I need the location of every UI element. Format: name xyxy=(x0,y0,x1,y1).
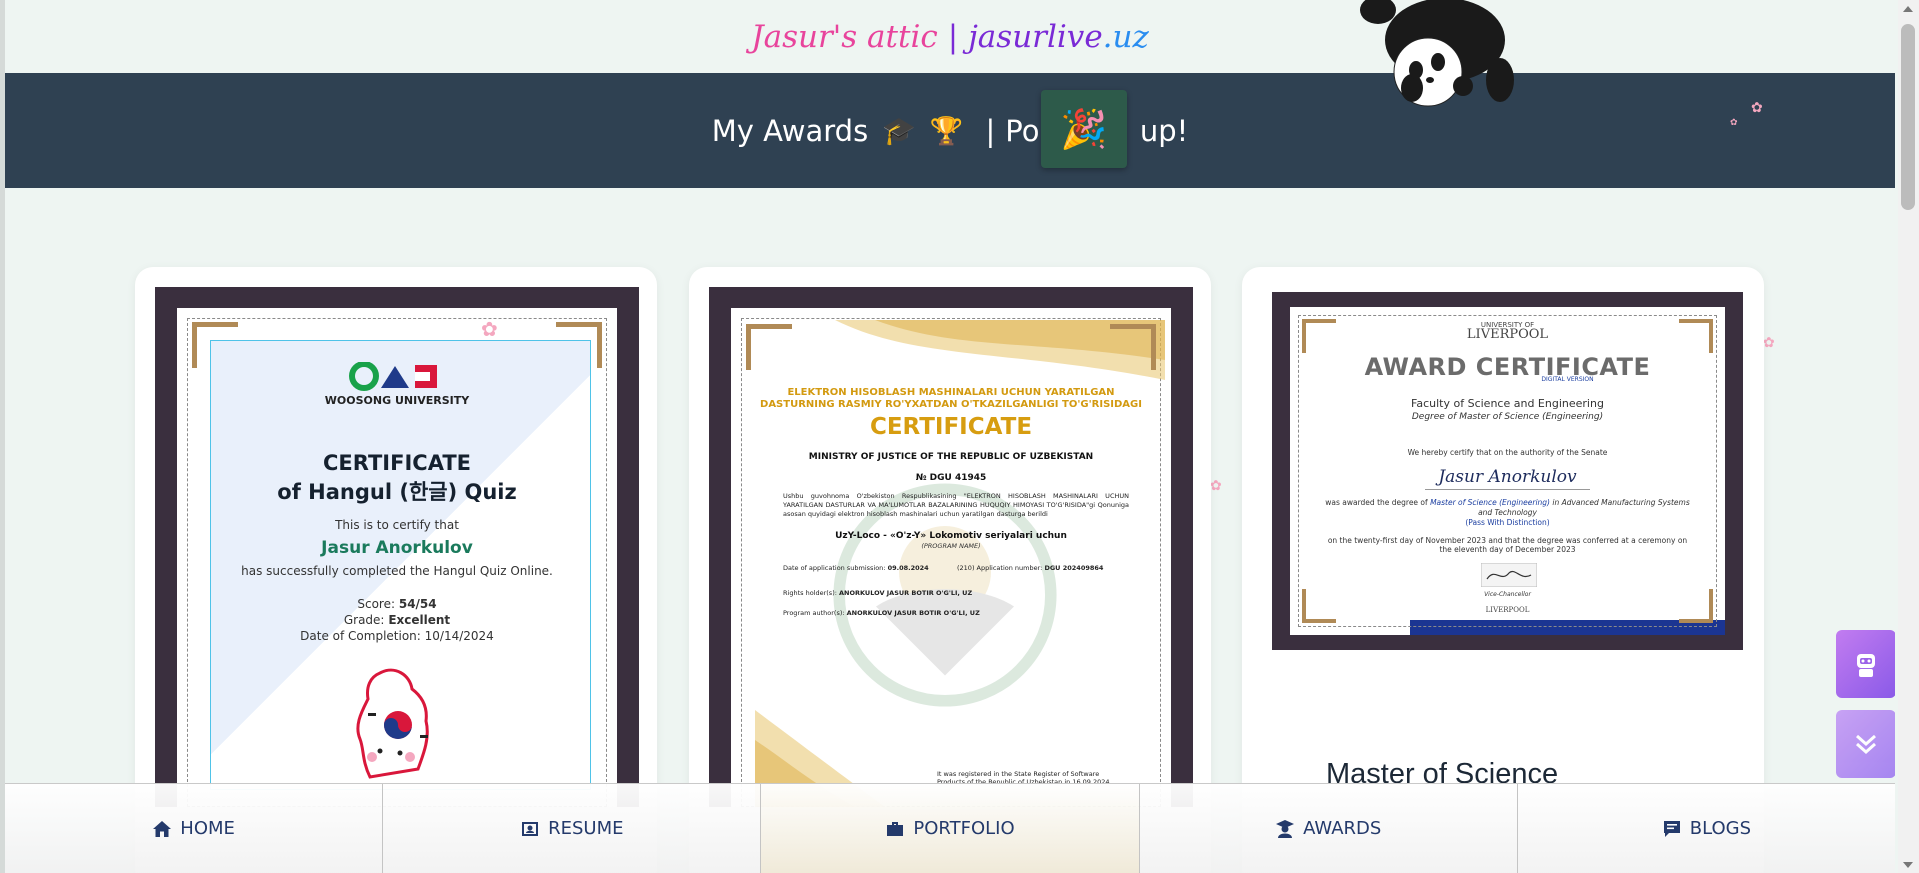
site-title-separator: | xyxy=(947,18,959,55)
cert2-appnum: (210) Application number: DGU 202409864 xyxy=(957,564,1103,572)
cert1-date-label: Date of Completion: xyxy=(300,629,421,643)
cert2-holder-value: ANORKULOV JASUR BOTIR O'G'LI, UZ xyxy=(839,589,973,597)
corner-ornament xyxy=(556,322,602,368)
cert3-distinction: (Pass With Distinction) xyxy=(1465,518,1550,527)
nav-awards-label: AWARDS xyxy=(1303,818,1382,839)
liverpool-logo: LIVERPOOL xyxy=(1466,327,1549,342)
site-title-tld: .uz xyxy=(1102,18,1149,55)
petal-decoration: ✿ xyxy=(1751,100,1763,116)
nav-blogs-label: BLOGS xyxy=(1689,818,1752,839)
popup-confetti-button[interactable]: 🎉 xyxy=(1041,90,1127,168)
scroll-up-arrow-icon[interactable] xyxy=(1902,4,1914,14)
petal-decoration: ✿ xyxy=(1763,335,1775,351)
cert2-author: Program author(s): ANORKULOV JASUR BOTIR… xyxy=(783,609,980,617)
petal-decoration: ✿ xyxy=(481,317,498,341)
cert1-date: Date of Completion: 10/14/2024 xyxy=(177,629,617,643)
bottom-navigation: HOME RESUME PORTFOLIO AWARDS BLOGS xyxy=(5,783,1896,873)
cert1-title-line1: CERTIFICATE xyxy=(323,451,471,475)
woosong-logo-icon xyxy=(349,362,437,391)
site-title-name: Jasur's attic xyxy=(751,18,938,55)
cert3-faculty: Faculty of Science and Engineering xyxy=(1411,397,1604,410)
cert2-appnum-label: (210) Application number: xyxy=(957,564,1043,572)
cert1-grade-value: Excellent xyxy=(388,613,451,627)
corner-ornament xyxy=(1110,324,1156,370)
cert1-completed: has successfully completed the Hangul Qu… xyxy=(241,564,553,578)
nav-resume[interactable]: RESUME xyxy=(383,784,762,873)
cert3-awarded: was awarded the degree of Master of Scie… xyxy=(1320,498,1695,518)
cert1-score: Score: 54/54 xyxy=(177,597,617,611)
site-title[interactable]: Jasur's attic | jasurlive .uz xyxy=(5,0,1895,73)
cert2-holder: Rights holder(s): ANORKULOV JASUR BOTIR … xyxy=(783,589,972,597)
cert2-date-label: Date of application submission: xyxy=(783,564,886,572)
cert2-ministry: MINISTRY OF JUSTICE OF THE REPUBLIC OF U… xyxy=(808,452,1094,462)
cert3-degree: Degree of Master of Science (Engineering… xyxy=(1411,412,1604,422)
awards-banner: My Awards 🎓 🏆 | Pop up! xyxy=(5,73,1895,188)
cert3-awarded-degree: Master of Science (Engineering) xyxy=(1430,498,1550,507)
cert3-certify: We hereby certify that on the authority … xyxy=(1407,448,1608,457)
cert3-name: Jasur Anorkulov xyxy=(1438,467,1577,487)
corner-ornament xyxy=(192,322,238,368)
liverpool-footer-logo: LIVERPOOL xyxy=(1485,606,1530,614)
graduation-cap-icon: 🎓 xyxy=(882,115,916,147)
korea-map-mascot-icon xyxy=(356,668,429,779)
banner-separator: | xyxy=(985,113,996,148)
cert2-body: Ushbu guvohnoma O'zbekiston Respublikasi… xyxy=(783,492,1129,518)
robot-icon xyxy=(1857,654,1875,677)
banner-title: My Awards xyxy=(711,113,869,148)
cert2-holder-label: Rights holder(s): xyxy=(783,589,837,597)
cert2-author-label: Program author(s): xyxy=(783,609,845,617)
cert2-author-value: ANORKULOV JASUR BOTIR O'G'LI, UZ xyxy=(846,609,980,617)
scroll-down-arrow-icon[interactable] xyxy=(1902,860,1914,870)
signature-line xyxy=(1425,489,1590,490)
panda-mascot-icon xyxy=(1360,0,1514,107)
cert2-date-value: 09.08.2024 xyxy=(887,564,929,572)
cert3-awarded-prefix: was awarded the degree of xyxy=(1325,498,1428,507)
site-title-domain: jasurlive xyxy=(968,18,1103,55)
nav-awards[interactable]: AWARDS xyxy=(1139,784,1518,873)
nav-home[interactable]: HOME xyxy=(5,784,384,873)
home-icon xyxy=(152,819,172,839)
graduate-icon xyxy=(1275,819,1295,839)
cert2-program-label: (PROGRAM NAME) xyxy=(921,542,981,550)
cert2-appnum-value: DGU 202409864 xyxy=(1044,564,1104,572)
signature-icon xyxy=(1481,563,1537,587)
double-chevron-down-icon xyxy=(1856,734,1876,755)
cert1-date-value: 10/14/2024 xyxy=(424,629,494,643)
cert2-date: Date of application submission: 09.08.20… xyxy=(783,564,929,572)
cert2-number: № DGU 41945 xyxy=(915,473,987,483)
cert3-digital: DIGITAL VERSION xyxy=(1541,376,1594,383)
nav-blogs[interactable]: BLOGS xyxy=(1517,784,1896,873)
scrollbar-thumb[interactable] xyxy=(1901,24,1915,210)
cert1-grade-label: Grade: xyxy=(343,613,385,627)
chatbot-button[interactable] xyxy=(1836,630,1895,698)
cert1-title-line2: of Hangul (한글) Quiz xyxy=(277,480,517,504)
id-card-icon xyxy=(520,819,540,839)
cert1-org: WOOSONG UNIVERSITY xyxy=(324,394,470,407)
cert1-certify: This is to certify that xyxy=(335,518,459,532)
banner-up-text: up! xyxy=(1139,113,1189,148)
petal-decoration: ✿ xyxy=(1210,478,1222,494)
nav-home-label: HOME xyxy=(180,818,235,839)
cert3-date-line: on the twenty-first day of November 2023… xyxy=(1327,536,1688,554)
party-popper-icon: 🎉 xyxy=(1060,106,1108,151)
scroll-down-button[interactable] xyxy=(1836,710,1895,778)
cert1-name: Jasur Anorkulov xyxy=(321,538,473,558)
trophy-icon: 🏆 xyxy=(929,115,964,147)
cert2-title: CERTIFICATE xyxy=(869,414,1033,440)
cert3-signer: Vice-Chancellor xyxy=(1484,591,1531,598)
briefcase-icon xyxy=(885,819,905,839)
page: Jasur's attic | jasurlive .uz My Awards 🎓… xyxy=(5,0,1895,873)
comment-icon xyxy=(1662,819,1682,839)
nav-portfolio[interactable]: PORTFOLIO xyxy=(761,784,1140,873)
cert1-score-label: Score: xyxy=(357,597,396,611)
nav-resume-label: RESUME xyxy=(548,818,624,839)
petal-decoration: ✿ xyxy=(1730,118,1738,128)
cert2-program: UzY-Loco - «O'z-Y» Lokomotiv seriyalari … xyxy=(835,531,1067,541)
cert2-header-line2: DASTURNING RASMIY RO'YXATDAN O'TKAZILGAN… xyxy=(760,399,1142,410)
corner-ornament xyxy=(746,324,792,370)
cert1-score-value: 54/54 xyxy=(398,597,437,611)
cert1-grade: Grade: Excellent xyxy=(177,613,617,627)
nav-portfolio-label: PORTFOLIO xyxy=(913,818,1015,839)
gold-wave-ornament-icon xyxy=(835,320,1165,380)
